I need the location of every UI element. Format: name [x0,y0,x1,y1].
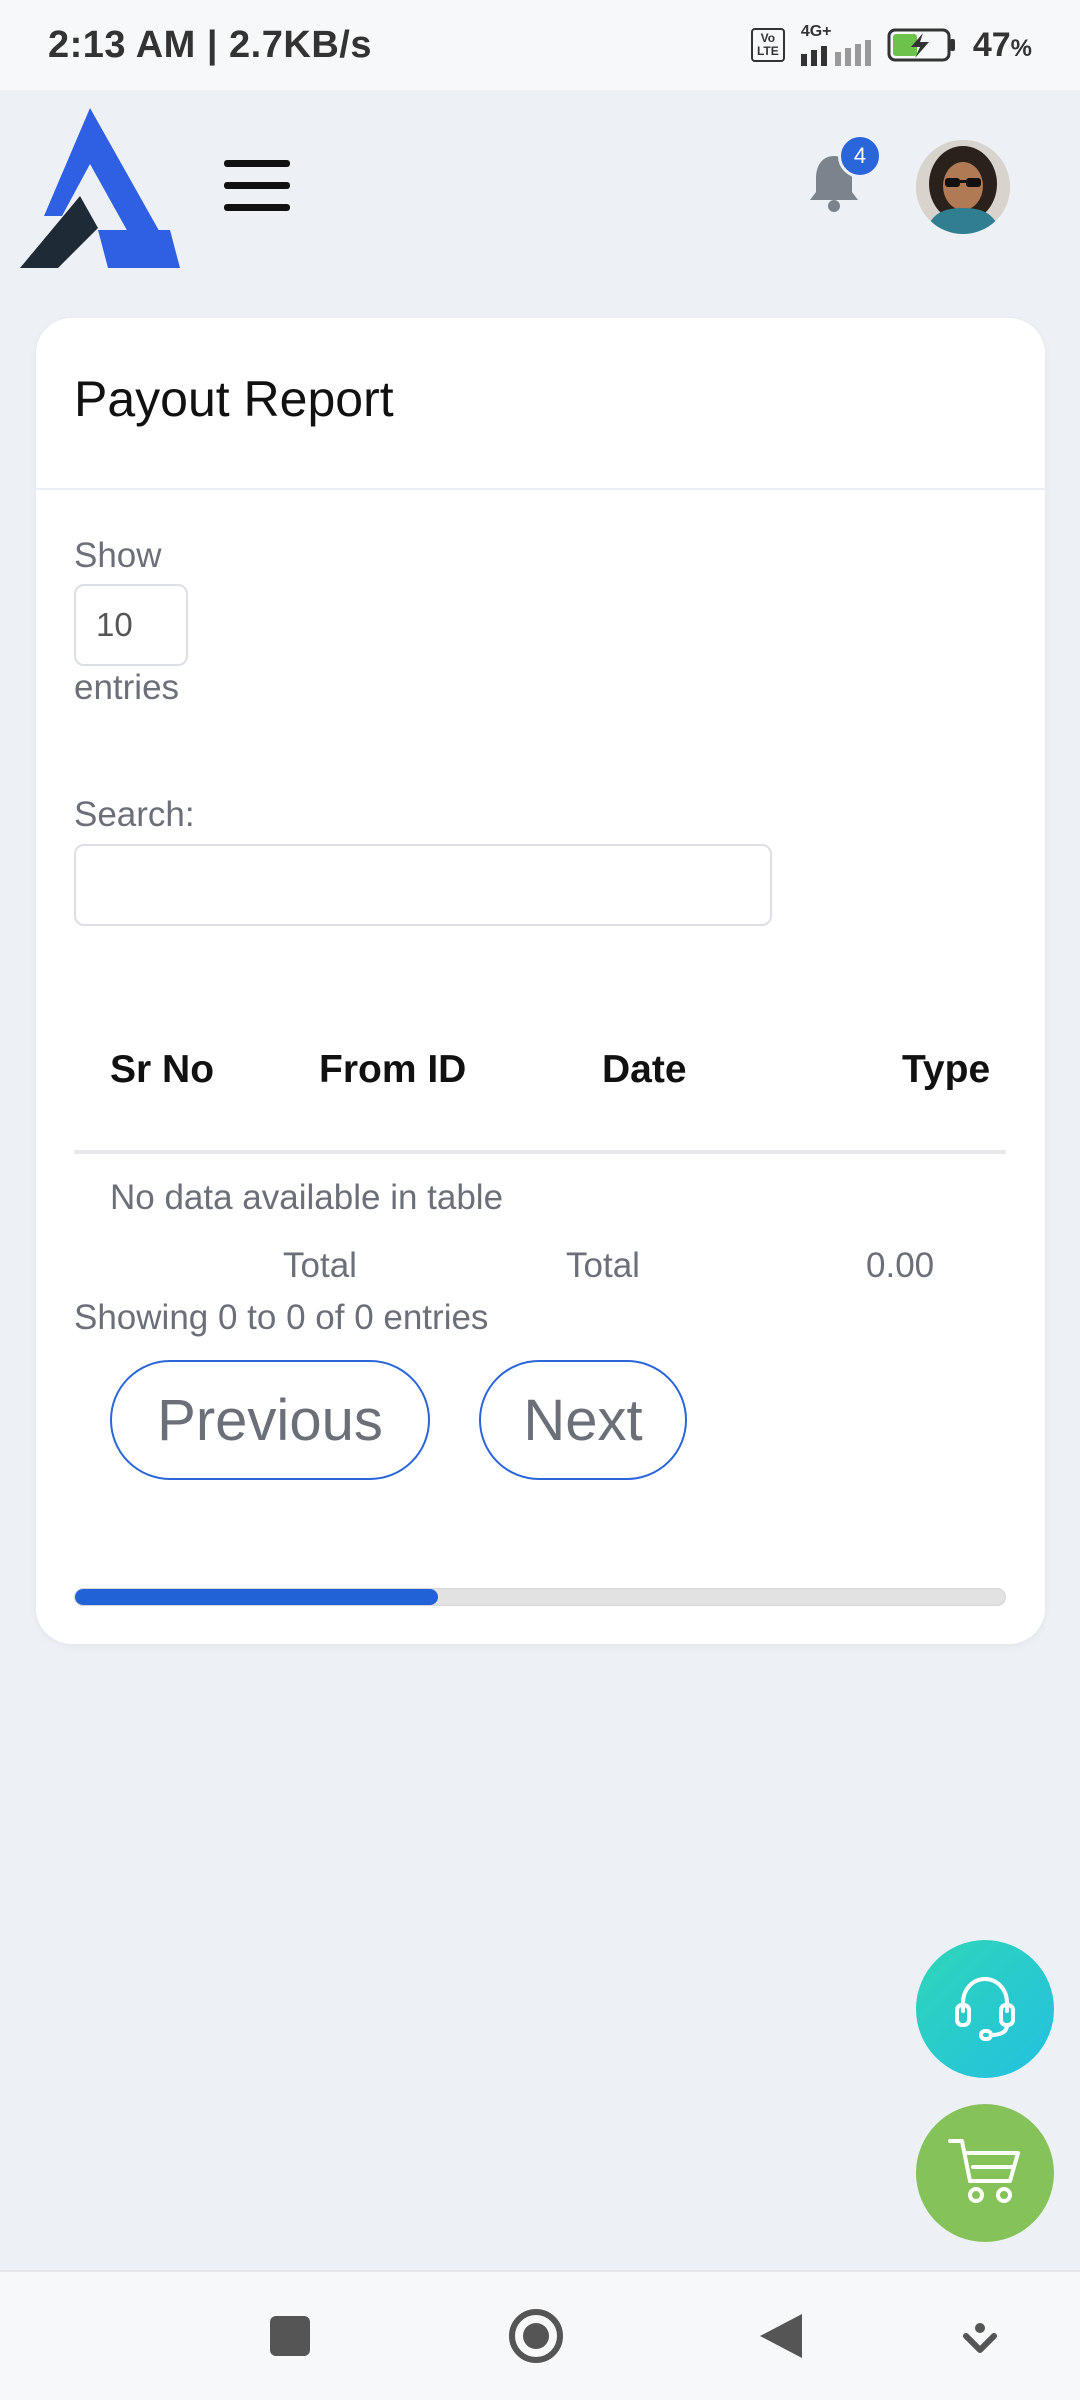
battery-percent: 47% [973,26,1032,65]
scrollbar-thumb[interactable] [75,1589,438,1605]
status-icons: Vo LTE 4G+ 47% [750,23,1032,66]
app-header: 4 [0,90,1080,280]
battery-percent-unit: % [1010,34,1032,62]
search-input[interactable] [74,844,772,926]
headset-icon [947,1969,1023,2050]
table-header-rule [74,1150,1006,1154]
next-button[interactable]: Next [479,1360,687,1480]
menu-icon[interactable] [224,160,290,212]
avatar[interactable] [916,140,1010,234]
home-button[interactable] [506,2306,566,2371]
horizontal-scrollbar[interactable] [74,1588,1006,1606]
status-time-speed: 2:13 AM | 2.7KB/s [48,23,372,66]
cart-button[interactable] [916,2104,1054,2242]
search-label: Search: [74,795,195,834]
battery-icon [887,27,957,63]
status-bar: 2:13 AM | 2.7KB/s Vo LTE 4G+ 47% [0,0,1080,90]
cart-icon [946,2135,1024,2212]
column-header-type[interactable]: Type [902,1048,990,1092]
support-button[interactable] [916,1940,1054,2078]
logo-icon[interactable] [20,98,180,273]
footer-total-1: Total [283,1246,357,1285]
empty-table-message: No data available in table [110,1178,504,1217]
table-info: Showing 0 to 0 of 0 entries [74,1298,489,1337]
entries-select-value: 10 [96,606,133,643]
column-header-from-id[interactable]: From ID [319,1048,466,1092]
back-button[interactable] [758,2312,804,2365]
battery-percent-value: 47 [972,25,1011,64]
show-label: Show [74,536,162,575]
previous-button[interactable]: Previous [110,1360,430,1480]
footer-total-amount: 0.00 [866,1246,935,1285]
footer-total-2: Total [566,1246,640,1285]
entries-select[interactable]: 10 [74,584,188,666]
column-header-date[interactable]: Date [602,1048,687,1092]
volte-icon: Vo LTE [750,28,785,62]
volte-bottom-label: LTE [756,44,779,58]
payout-report-card: Payout Report Show 10 entries Search: Sr… [36,318,1045,1644]
entries-label: entries [74,668,180,707]
system-nav-bar [0,2270,1080,2400]
title-divider [36,488,1045,490]
chevron-down-icon[interactable] [962,2322,998,2361]
recent-apps-button[interactable] [268,2314,312,2363]
network-type: 4G+ [800,23,832,40]
column-header-sr-no[interactable]: Sr No [110,1048,214,1092]
notification-badge: 4 [838,134,882,178]
page-title: Payout Report [74,371,394,427]
signal-icon: 4G+ [800,23,871,66]
